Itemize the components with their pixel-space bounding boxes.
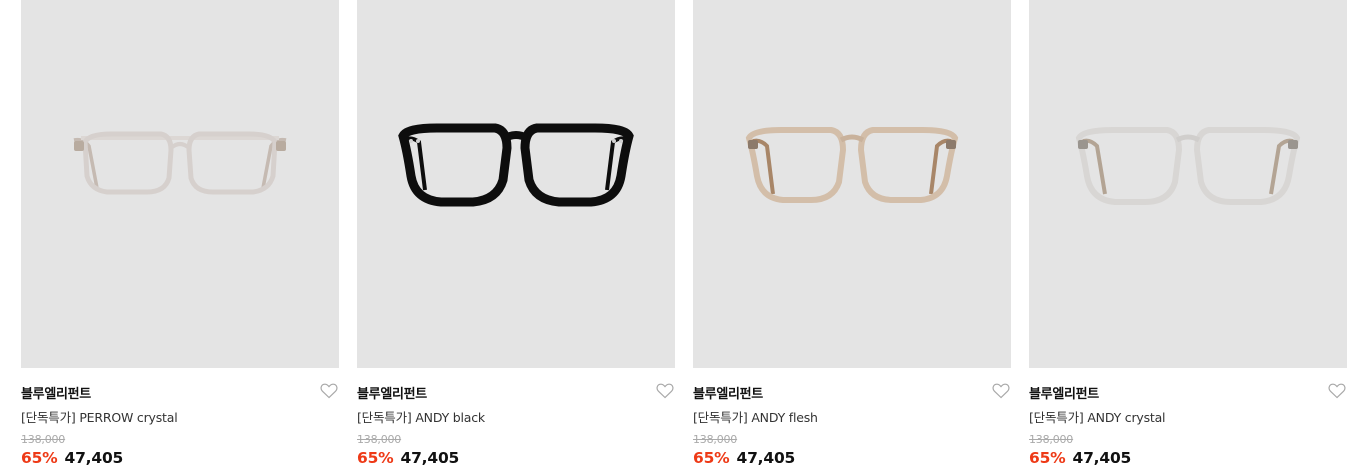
discount-rate: 65% bbox=[357, 449, 394, 467]
product-brand: 블루엘리펀트 bbox=[357, 387, 427, 402]
product-image[interactable] bbox=[21, 0, 339, 368]
eyeglasses-flesh-round-image bbox=[745, 127, 959, 203]
wishlist-button[interactable] bbox=[992, 383, 1010, 399]
product-grid: 블루엘리펀트 [단독특가] PERROW crystal 138,000 65%… bbox=[21, 0, 1347, 473]
eyeglasses-crystal-round-image bbox=[1075, 127, 1301, 205]
product-image[interactable] bbox=[693, 0, 1011, 368]
product-name[interactable]: [단독특가] ANDY crystal bbox=[1029, 407, 1166, 426]
heart-outline-icon bbox=[992, 383, 1010, 399]
product-name[interactable]: [단독특가] PERROW crystal bbox=[21, 407, 178, 426]
sale-price: 47,405 bbox=[1072, 449, 1132, 467]
product-image[interactable] bbox=[1029, 0, 1347, 368]
original-price: 138,000 bbox=[21, 433, 66, 446]
wishlist-button[interactable] bbox=[656, 383, 674, 399]
product-brand: 블루엘리펀트 bbox=[693, 387, 763, 402]
price-row: 65% 47,405 bbox=[1029, 449, 1131, 471]
heart-outline-icon bbox=[320, 383, 338, 399]
product-brand: 블루엘리펀트 bbox=[21, 387, 91, 402]
original-price: 138,000 bbox=[693, 433, 738, 446]
product-card[interactable]: 블루엘리펀트 [단독특가] ANDY flesh 138,000 65% 47,… bbox=[693, 0, 1011, 473]
heart-outline-icon bbox=[1328, 383, 1346, 399]
discount-rate: 65% bbox=[693, 449, 730, 467]
sale-price: 47,405 bbox=[64, 449, 124, 467]
eyeglasses-black-round-image bbox=[398, 123, 634, 207]
original-price: 138,000 bbox=[357, 433, 402, 446]
sale-price: 47,405 bbox=[736, 449, 796, 467]
sale-price: 47,405 bbox=[400, 449, 460, 467]
price-row: 65% 47,405 bbox=[21, 449, 123, 471]
product-image[interactable] bbox=[357, 0, 675, 368]
eyeglasses-clear-aviator-image bbox=[73, 131, 287, 195]
discount-rate: 65% bbox=[1029, 449, 1066, 467]
product-name[interactable]: [단독특가] ANDY flesh bbox=[693, 407, 818, 426]
product-card[interactable]: 블루엘리펀트 [단독특가] PERROW crystal 138,000 65%… bbox=[21, 0, 339, 473]
product-card[interactable]: 블루엘리펀트 [단독특가] ANDY crystal 138,000 65% 4… bbox=[1029, 0, 1347, 473]
wishlist-button[interactable] bbox=[1328, 383, 1346, 399]
product-brand: 블루엘리펀트 bbox=[1029, 387, 1099, 402]
product-card[interactable]: 블루엘리펀트 [단독특가] ANDY black 138,000 65% 47,… bbox=[357, 0, 675, 473]
wishlist-button[interactable] bbox=[320, 383, 338, 399]
discount-rate: 65% bbox=[21, 449, 58, 467]
heart-outline-icon bbox=[656, 383, 674, 399]
price-row: 65% 47,405 bbox=[693, 449, 795, 471]
product-name[interactable]: [단독특가] ANDY black bbox=[357, 407, 485, 426]
price-row: 65% 47,405 bbox=[357, 449, 459, 471]
original-price: 138,000 bbox=[1029, 433, 1074, 446]
